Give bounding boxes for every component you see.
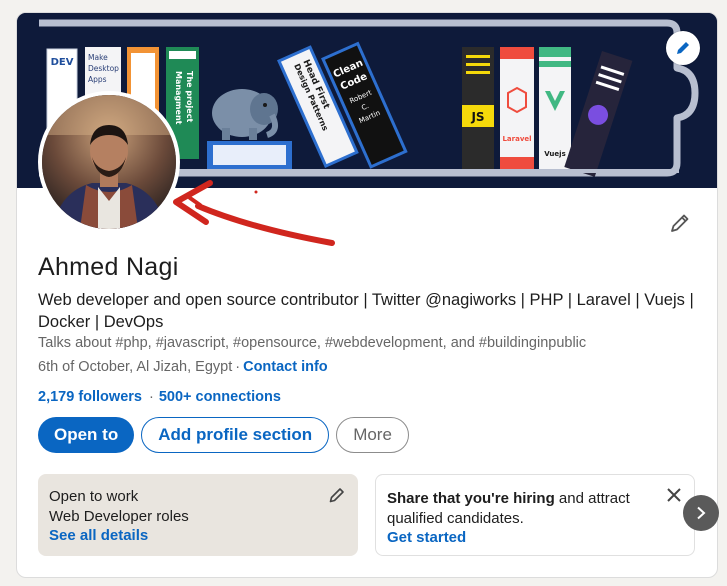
network-stats: 2,179 followers · 500+ connections — [38, 389, 281, 405]
book-label-desktop: Desktop — [88, 64, 119, 73]
contact-info-link[interactable]: Contact info — [243, 359, 328, 375]
share-hiring-card[interactable]: Share that you're hiring and attract qua… — [375, 474, 695, 556]
profile-name: Ahmed Nagi — [38, 253, 179, 281]
profile-actions: Open to Add profile section More — [38, 417, 409, 453]
open-to-work-title: Open to work — [49, 488, 139, 505]
location-text: 6th of October, Al Jizah, Egypt — [38, 359, 233, 375]
get-started-link[interactable]: Get started — [387, 529, 466, 546]
book-label-js: JS — [470, 110, 484, 124]
profile-card: DEV Make Desktop Apps The project Managm… — [16, 12, 718, 578]
talks-about: Talks about #php, #javascript, #opensour… — [38, 335, 587, 351]
book-label-devops: DEV — [51, 57, 74, 68]
pencil-icon — [677, 42, 689, 54]
share-hiring-bold: Share that you're hiring — [387, 490, 555, 507]
book-label-make: Make — [88, 53, 108, 62]
book-label-apps: Apps — [88, 75, 107, 84]
edit-intro-button[interactable] — [665, 208, 695, 238]
profile-headline: Web developer and open source contributo… — [38, 291, 694, 331]
chevron-right-icon — [697, 506, 706, 520]
open-to-button[interactable]: Open to — [38, 417, 135, 453]
book-label-project: The project — [185, 71, 194, 122]
book-label-laravel: Laravel — [502, 135, 531, 143]
book-label-managment: Managment — [174, 71, 183, 125]
edit-open-to-work-button[interactable] — [328, 486, 346, 509]
edit-banner-button[interactable] — [666, 31, 700, 65]
carousel-next-button[interactable] — [683, 495, 719, 531]
see-all-details-link[interactable]: See all details — [49, 527, 148, 544]
book-label-vuejs: Vuejs — [544, 150, 565, 158]
separator-dot: · — [148, 389, 154, 405]
followers-link[interactable]: 2,179 followers — [38, 389, 142, 405]
more-button[interactable]: More — [336, 417, 409, 453]
separator-dot: · — [235, 359, 241, 375]
share-hiring-text: Share that you're hiring and attract qua… — [387, 489, 657, 529]
add-profile-section-button[interactable]: Add profile section — [141, 417, 330, 453]
connections-link[interactable]: 500+ connections — [159, 389, 281, 405]
avatar-photo — [42, 95, 176, 229]
open-to-work-roles: Web Developer roles — [49, 508, 189, 525]
close-icon — [667, 488, 681, 502]
profile-avatar[interactable] — [38, 91, 180, 233]
location-line: 6th of October, Al Jizah, Egypt · Contact … — [38, 359, 328, 375]
pencil-icon — [671, 214, 689, 232]
dismiss-hiring-button[interactable] — [666, 487, 682, 508]
pencil-icon — [329, 488, 344, 503]
open-to-work-card[interactable]: Open to work Web Developer roles See all… — [38, 474, 358, 556]
